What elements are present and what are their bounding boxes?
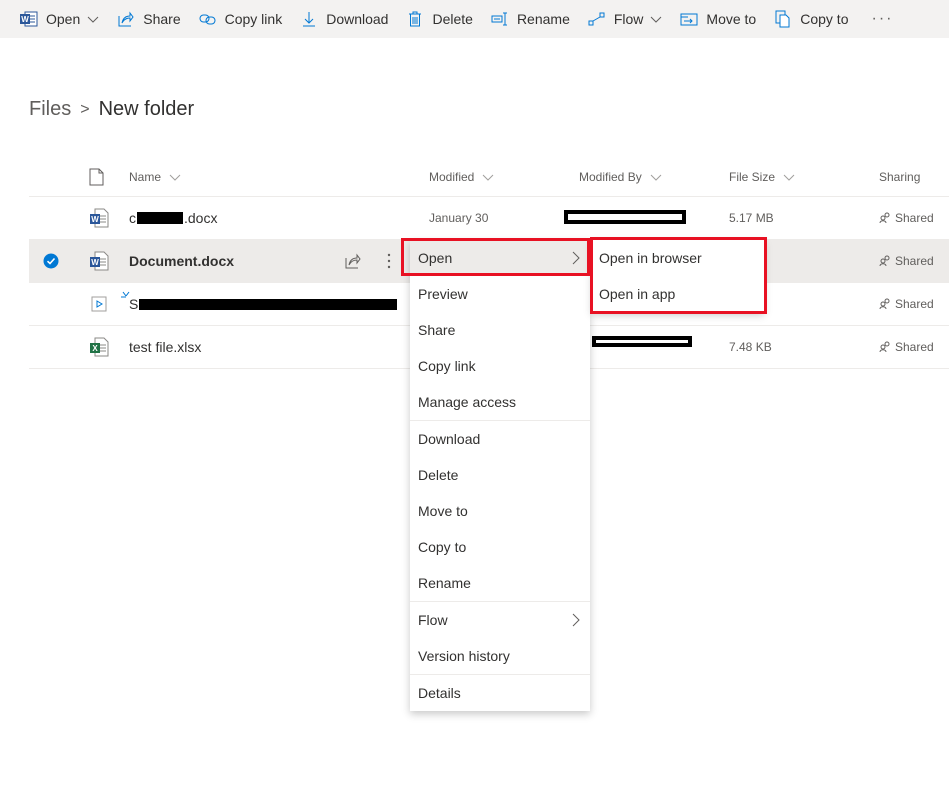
copy-link-label: Copy link — [224, 11, 283, 27]
file-type-header-icon[interactable] — [89, 158, 105, 196]
open-button[interactable]: W Open — [0, 0, 108, 38]
redaction — [592, 336, 692, 347]
copy-to-label: Copy to — [800, 11, 849, 27]
people-icon — [879, 298, 891, 310]
people-icon — [879, 341, 891, 353]
flow-icon — [588, 10, 606, 28]
column-modified-by[interactable]: Modified By — [579, 158, 662, 196]
chevron-down-icon — [169, 171, 181, 183]
move-to-label: Move to — [706, 11, 757, 27]
sharing-status[interactable]: Shared — [879, 197, 934, 239]
column-file-size[interactable]: File Size — [729, 158, 795, 196]
chevron-right-icon — [572, 251, 580, 268]
menu-item-manage-access[interactable]: Manage access — [410, 384, 590, 420]
menu-item-move-to[interactable]: Move to — [410, 493, 590, 529]
video-file-icon — [89, 283, 109, 325]
move-to-button[interactable]: Move to — [671, 0, 765, 38]
excel-file-icon: X — [89, 326, 109, 368]
command-bar: W Open Share Copy link Download Delete R… — [0, 0, 949, 38]
chevron-right-icon — [572, 613, 580, 630]
chevron-down-icon — [650, 13, 662, 25]
open-label: Open — [46, 11, 81, 27]
menu-item-open-in-browser[interactable]: Open in browser — [592, 240, 764, 276]
rename-icon — [491, 10, 509, 28]
download-button[interactable]: Download — [291, 0, 397, 38]
link-icon — [199, 10, 217, 28]
redaction — [139, 299, 397, 310]
svg-text:W: W — [91, 215, 99, 224]
rename-label: Rename — [516, 11, 570, 27]
word-icon: W — [20, 10, 38, 28]
modified-date: January 30 — [429, 211, 489, 225]
share-icon — [117, 10, 135, 28]
menu-item-delete[interactable]: Delete — [410, 457, 590, 493]
rename-button[interactable]: Rename — [482, 0, 579, 38]
copy-to-button[interactable]: Copy to — [765, 0, 857, 38]
file-name[interactable]: test file.xlsx — [129, 326, 201, 368]
breadcrumb-current: New folder — [98, 98, 195, 120]
more-vertical-icon[interactable] — [387, 240, 391, 282]
sharing-status[interactable]: Shared — [879, 326, 934, 368]
menu-item-rename[interactable]: Rename — [410, 565, 590, 601]
flow-label: Flow — [613, 11, 644, 27]
menu-item-download[interactable]: Download — [410, 421, 590, 457]
file-name[interactable]: Document.docx — [129, 240, 234, 282]
context-menu: Open Preview Share Copy link Manage acce… — [410, 240, 590, 711]
file-size: 5.17 MB — [729, 211, 774, 225]
column-modified[interactable]: Modified — [429, 158, 494, 196]
share-icon[interactable] — [345, 240, 361, 282]
svg-text:W: W — [21, 15, 29, 24]
svg-text:W: W — [91, 258, 99, 267]
checkmark-icon[interactable] — [43, 240, 59, 282]
flow-button[interactable]: Flow — [579, 0, 672, 38]
file-size: 7.48 KB — [729, 340, 772, 354]
sharing-status[interactable]: Shared — [879, 283, 934, 325]
breadcrumb-separator: > — [80, 100, 90, 118]
breadcrumb: Files > New folder — [29, 98, 194, 121]
chevron-down-icon — [783, 171, 795, 183]
svg-text:X: X — [92, 344, 98, 353]
more-options-button[interactable]: ··· — [857, 0, 907, 38]
chevron-down-icon — [482, 171, 494, 183]
redaction — [564, 210, 686, 224]
open-submenu: Open in browser Open in app — [592, 240, 764, 312]
menu-item-open[interactable]: Open — [410, 240, 590, 276]
column-sharing[interactable]: Sharing — [879, 158, 920, 196]
word-file-icon: W — [89, 197, 109, 239]
menu-item-open-in-app[interactable]: Open in app — [592, 276, 764, 312]
delete-label: Delete — [432, 11, 473, 27]
file-name[interactable]: c .docx — [129, 197, 217, 239]
breadcrumb-files[interactable]: Files — [29, 98, 71, 121]
chevron-down-icon — [87, 13, 99, 25]
file-name[interactable]: S — [129, 283, 138, 325]
trash-icon — [406, 10, 424, 28]
download-label: Download — [326, 11, 389, 27]
redaction — [137, 212, 183, 224]
table-row[interactable]: W c .docx January 30 5.17 MB Shared — [29, 197, 949, 240]
menu-item-copy-to[interactable]: Copy to — [410, 529, 590, 565]
move-icon — [680, 10, 698, 28]
menu-item-version-history[interactable]: Version history — [410, 638, 590, 674]
people-icon — [879, 212, 891, 224]
share-label: Share — [143, 11, 181, 27]
word-file-icon: W — [89, 240, 109, 282]
menu-item-share[interactable]: Share — [410, 312, 590, 348]
copy-link-button[interactable]: Copy link — [190, 0, 292, 38]
delete-button[interactable]: Delete — [397, 0, 481, 38]
list-header: Name Modified Modified By File Size Shar… — [29, 158, 949, 197]
menu-item-details[interactable]: Details — [410, 675, 590, 711]
people-icon — [879, 255, 891, 267]
menu-item-flow[interactable]: Flow — [410, 602, 590, 638]
sharing-status[interactable]: Shared — [879, 240, 934, 282]
chevron-down-icon — [650, 171, 662, 183]
share-button[interactable]: Share — [108, 0, 189, 38]
column-name[interactable]: Name — [129, 158, 181, 196]
download-icon — [300, 10, 318, 28]
copy-icon — [774, 10, 792, 28]
menu-item-copy-link[interactable]: Copy link — [410, 348, 590, 384]
menu-item-preview[interactable]: Preview — [410, 276, 590, 312]
